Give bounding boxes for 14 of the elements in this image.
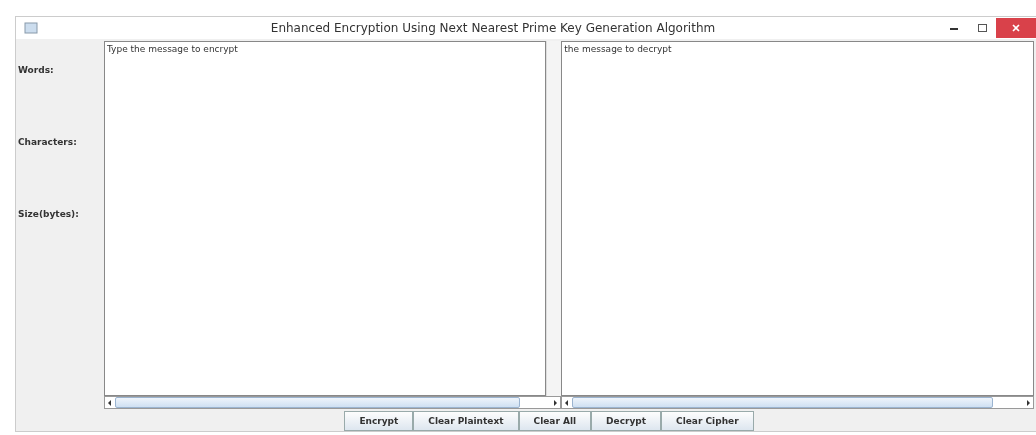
stat-label: Size(bytes): [18, 209, 80, 221]
close-icon [1012, 24, 1020, 32]
plaintext-field[interactable]: Type the message to encrypt [104, 41, 547, 396]
action-button[interactable]: Decrypt [591, 411, 662, 431]
action-button[interactable]: Clear All [518, 411, 592, 431]
app-icon [24, 22, 38, 34]
action-button[interactable]: Clear Plaintext [413, 411, 519, 431]
action-button[interactable]: Encrypt [344, 411, 414, 431]
action-button[interactable]: Clear Cipher [661, 411, 754, 431]
ciphertext-field[interactable]: the message to decrypt [561, 41, 1034, 396]
window-title: Enhanced Encryption Using Next Nearest Prime Key Generation Algorithm [269, 21, 717, 35]
stat-label: Characters: [18, 137, 78, 149]
maximize-icon [977, 24, 987, 32]
stat-label: Words: [18, 65, 55, 77]
